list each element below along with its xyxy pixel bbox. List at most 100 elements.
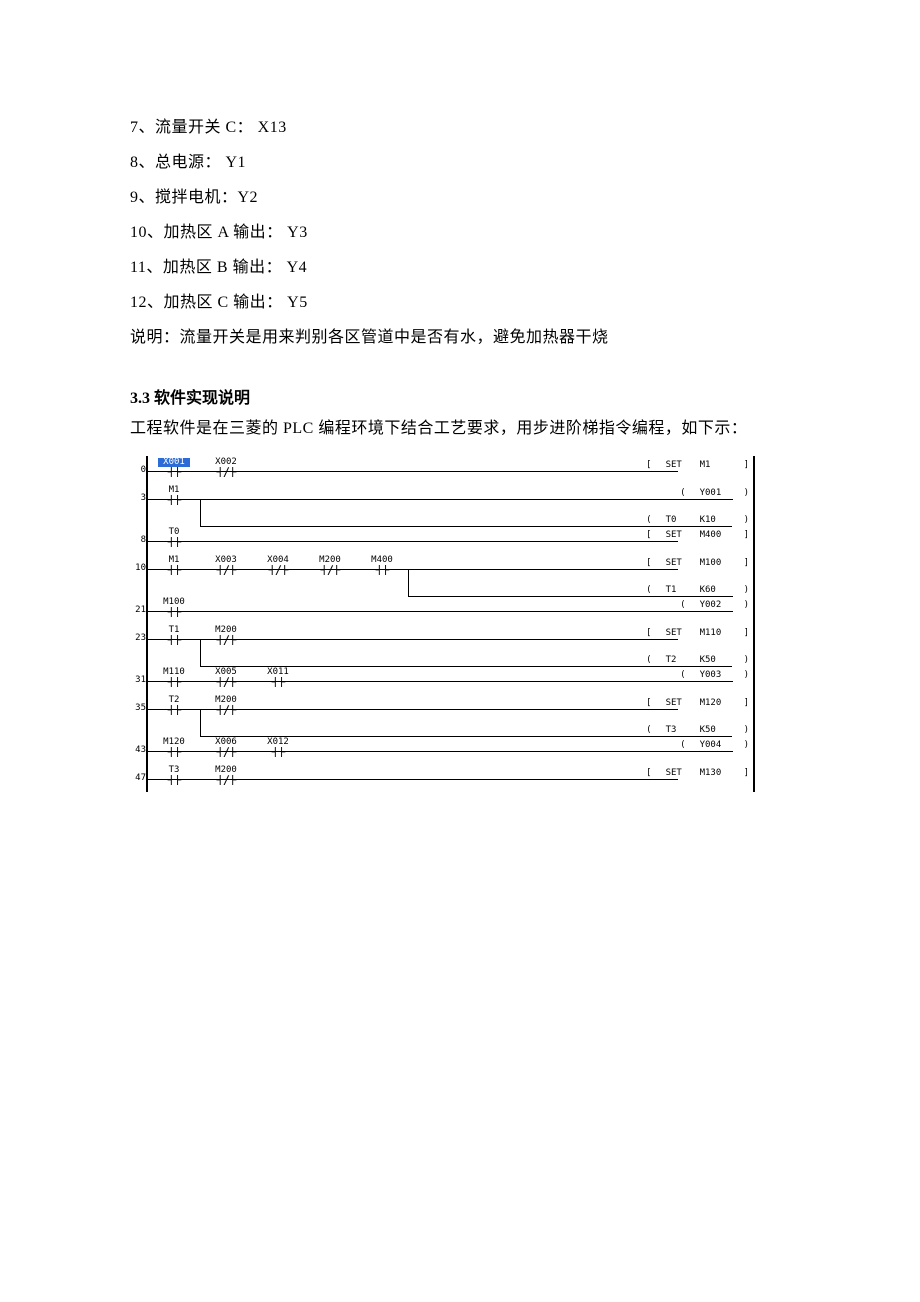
line-12: 12、加热区 C 输出： Y5	[130, 295, 790, 311]
nc-contact-icon: ┤∕├	[210, 747, 242, 757]
contact: X011┤├	[262, 668, 294, 687]
contact: M100┤├	[158, 598, 190, 617]
contact-label: M100	[158, 598, 190, 607]
output-coil: (T2K50)	[646, 656, 749, 665]
rung-body: T3┤├M200┤∕├[SETM130]	[148, 764, 753, 792]
contact-label: X004	[262, 556, 294, 565]
output-coil: (Y003)	[680, 671, 749, 680]
contact-label: X002	[210, 458, 242, 467]
branch-line	[200, 709, 201, 736]
output-coil: [SETM120]	[646, 699, 749, 708]
contact: T1┤├	[158, 626, 190, 645]
branch-line	[408, 569, 409, 596]
output-coil: [SETM100]	[646, 559, 749, 568]
line-7: 7、流量开关 C： X13	[130, 120, 790, 136]
ladder-rung: 8 T0┤├ [SETM400]	[130, 526, 755, 554]
ladder-rung: 21M100┤├(Y002)	[130, 596, 755, 624]
rung-body: M110┤├X005┤∕├X011┤├(Y003)	[148, 666, 753, 694]
line-9: 9、搅拌电机：Y2	[130, 190, 790, 206]
wire	[148, 611, 733, 612]
contact: M1┤├	[158, 556, 190, 575]
contact: X005┤∕├	[210, 668, 242, 687]
contact: T2┤├	[158, 696, 190, 715]
rung-body: M1┤├(Y001)(T0K10)	[148, 484, 753, 526]
right-rail	[753, 554, 755, 596]
contact: X004┤∕├	[262, 556, 294, 575]
output-coil: (T1K60)	[646, 586, 749, 595]
no-contact-icon: ┤├	[262, 747, 294, 757]
contact-label: T3	[158, 766, 190, 775]
output-coil: [SETM130]	[646, 769, 749, 778]
contact-label: X011	[262, 668, 294, 677]
rung-body: M100┤├(Y002)	[148, 596, 753, 624]
contact: M400┤├	[366, 556, 398, 575]
output-coil: [SETM1]	[646, 461, 749, 470]
step-number: 23	[130, 624, 146, 643]
contact: M200┤∕├	[210, 626, 242, 645]
step-number: 43	[130, 736, 146, 755]
ladder-rung: 10M1┤├X003┤∕├X004┤∕├M200┤∕├M400┤├[SETM10…	[130, 554, 755, 596]
no-contact-icon: ┤├	[158, 775, 190, 785]
right-rail	[753, 694, 755, 736]
right-rail	[753, 666, 755, 694]
no-contact-icon: ┤├	[366, 565, 398, 575]
branch-line	[200, 499, 201, 526]
wire	[148, 499, 733, 500]
no-contact-icon: ┤├	[158, 565, 190, 575]
no-contact-icon: ┤├	[158, 495, 190, 505]
contact: T3┤├	[158, 766, 190, 785]
contact-label: X003	[210, 556, 242, 565]
step-number: 8	[130, 526, 146, 545]
contact: T0┤├	[158, 528, 190, 547]
contact-label: M200	[210, 626, 242, 635]
step-number: 35	[130, 694, 146, 713]
right-rail	[753, 526, 755, 554]
contact-label: X005	[210, 668, 242, 677]
nc-contact-icon: ┤∕├	[210, 467, 242, 477]
ladder-rung: 23 T1┤├ M200┤∕├ [SETM110] (T2K50)	[130, 624, 755, 666]
contact-label: T0	[158, 528, 190, 537]
nc-contact-icon: ┤∕├	[210, 635, 242, 645]
ladder-rung: 47T3┤├M200┤∕├[SETM130]	[130, 764, 755, 792]
step-number: 47	[130, 764, 146, 783]
contact: M1┤├	[158, 486, 190, 505]
ladder-rung: 31M110┤├X005┤∕├X011┤├(Y003)	[130, 666, 755, 694]
output-coil: (T3K50)	[646, 726, 749, 735]
right-rail	[753, 484, 755, 526]
line-note: 说明：流量开关是用来判别各区管道中是否有水，避免加热器干烧	[130, 330, 790, 346]
contact-label: T1	[158, 626, 190, 635]
ladder-diagram: 0X001┤├X002┤∕├[SETM1]3M1┤├(Y001)(T0K10)8…	[130, 456, 755, 792]
right-rail	[753, 736, 755, 764]
step-number: 21	[130, 596, 146, 615]
no-contact-icon: ┤├	[158, 635, 190, 645]
no-contact-icon: ┤├	[158, 677, 190, 687]
contact-label: M120	[158, 738, 190, 747]
output-coil: [SETM400]	[646, 531, 749, 540]
output-coil: [SETM110]	[646, 629, 749, 638]
rung-body: T2┤├M200┤∕├[SETM120](T3K50)	[148, 694, 753, 736]
rung-body: T0┤├ [SETM400]	[148, 526, 753, 554]
line-10: 10、加热区 A 输出： Y3	[130, 225, 790, 241]
rung-body: M120┤├X006┤∕├X012┤├(Y004)	[148, 736, 753, 764]
contact-label: X006	[210, 738, 242, 747]
ladder-rung: 0X001┤├X002┤∕├[SETM1]	[130, 456, 755, 484]
contact-label: X001	[158, 458, 190, 467]
section-heading: 3.3 软件实现说明	[130, 391, 790, 407]
right-rail	[753, 624, 755, 666]
step-number: 31	[130, 666, 146, 685]
nc-contact-icon: ┤∕├	[210, 705, 242, 715]
no-contact-icon: ┤├	[158, 467, 190, 477]
contact: X001┤├	[158, 458, 190, 477]
contact: X002┤∕├	[210, 458, 242, 477]
contact-label: X012	[262, 738, 294, 747]
right-rail	[753, 596, 755, 624]
document-body: 7、流量开关 C： X13 8、总电源： Y1 9、搅拌电机：Y2 10、加热区…	[130, 120, 790, 792]
no-contact-icon: ┤├	[158, 537, 190, 547]
contact: M110┤├	[158, 668, 190, 687]
nc-contact-icon: ┤∕├	[314, 565, 346, 575]
output-coil: (Y001)	[680, 489, 749, 498]
branch-line	[200, 639, 201, 666]
ladder-rung: 35T2┤├M200┤∕├[SETM120](T3K50)	[130, 694, 755, 736]
rung-body: X001┤├ X002┤∕├ [SETM1]	[148, 456, 753, 484]
contact-label: M200	[314, 556, 346, 565]
